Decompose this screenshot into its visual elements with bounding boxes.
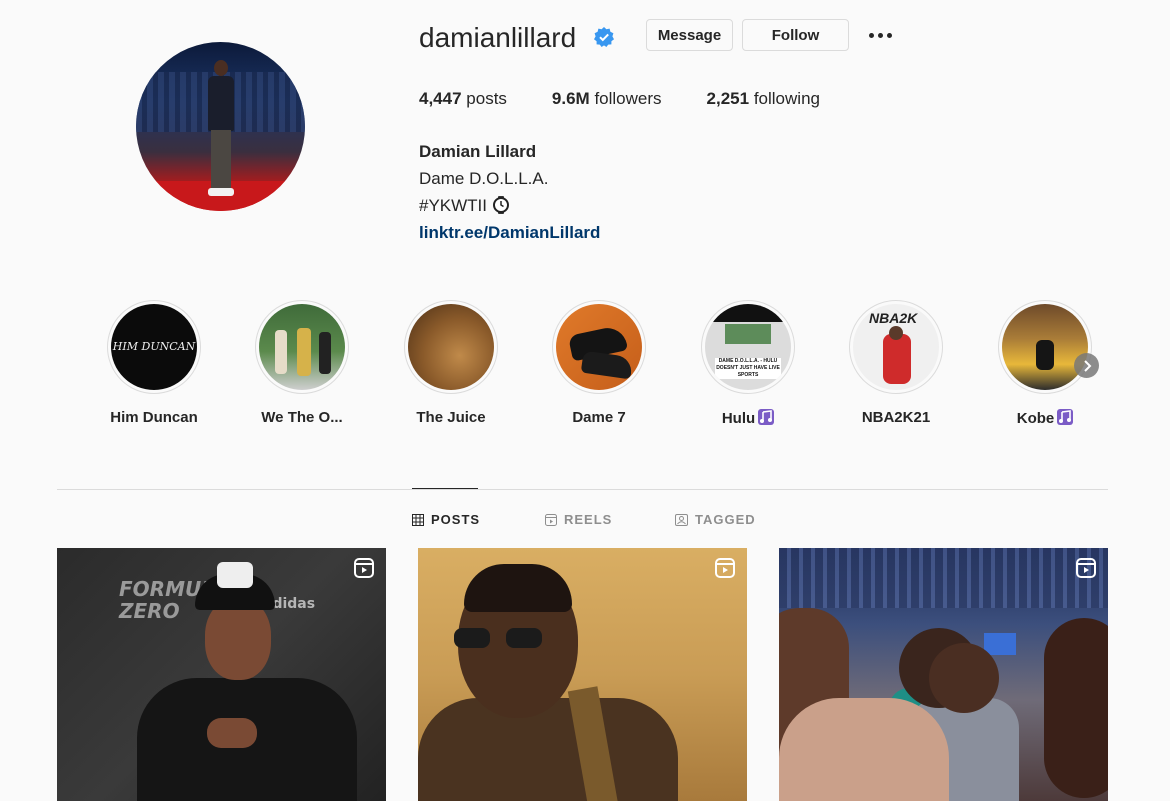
profile-username: damianlillard bbox=[419, 22, 577, 53]
highlight-label: Kobe bbox=[990, 409, 1100, 427]
highlights-next-button[interactable] bbox=[1074, 353, 1099, 378]
bio-line-1: Dame D.O.L.L.A. bbox=[419, 169, 549, 188]
more-options-icon[interactable] bbox=[869, 28, 895, 42]
music-notes-icon bbox=[758, 409, 775, 425]
highlight-we-the-o[interactable]: We The O... bbox=[247, 300, 357, 426]
posts-label: posts bbox=[466, 89, 507, 108]
highlight-label: We The O... bbox=[261, 409, 343, 426]
profile-stats: 4,447 posts 9.6M followers 2,251 followi… bbox=[419, 89, 865, 109]
nba-art-text: NBA2K bbox=[869, 310, 918, 326]
reel-icon bbox=[1076, 558, 1096, 578]
him-duncan-art-text: HIM DUNCAN bbox=[112, 340, 196, 353]
reels-icon bbox=[545, 513, 557, 526]
hulu-art-text: DAME D.O.L.L.A. - HULU DOESN'T JUST HAVE… bbox=[715, 358, 781, 379]
highlight-cover bbox=[1002, 304, 1088, 390]
profile-bio: Damian Lillard Dame D.O.L.L.A. #YKWTII l… bbox=[419, 138, 600, 246]
avatar-figure bbox=[208, 60, 234, 200]
highlight-cover bbox=[556, 304, 642, 390]
post-thumbnail[interactable]: FORMULA ZERO adidas bbox=[57, 548, 386, 801]
highlight-the-juice[interactable]: The Juice bbox=[396, 300, 506, 426]
highlight-ring: HIM DUNCAN bbox=[107, 300, 201, 394]
active-tab-indicator bbox=[412, 488, 478, 489]
highlight-label-text: Hulu bbox=[721, 410, 756, 427]
message-button[interactable]: Message bbox=[646, 19, 733, 51]
follow-button[interactable]: Follow bbox=[742, 19, 849, 51]
followers-stat[interactable]: 9.6M followers bbox=[552, 89, 662, 109]
bio-line-2: #YKWTII bbox=[419, 196, 488, 215]
tab-tagged[interactable]: TAGGED bbox=[675, 512, 756, 527]
highlight-label: NBA2K21 bbox=[861, 409, 931, 426]
tabs-divider bbox=[57, 489, 1108, 490]
reel-icon bbox=[715, 558, 735, 578]
highlight-cover: HIM DUNCAN bbox=[111, 304, 197, 390]
tab-reels-label: REELS bbox=[564, 512, 613, 527]
grid-icon bbox=[412, 513, 424, 526]
posts-stat: 4,447 posts bbox=[419, 89, 507, 109]
verified-badge-icon bbox=[594, 27, 614, 47]
highlight-label-text: Kobe bbox=[1016, 410, 1055, 427]
reel-icon bbox=[354, 558, 374, 578]
highlight-ring: NBA2K bbox=[849, 300, 943, 394]
chevron-right-icon bbox=[1083, 359, 1091, 372]
tab-tagged-label: TAGGED bbox=[695, 512, 756, 527]
music-notes-icon bbox=[1057, 409, 1074, 425]
highlight-ring bbox=[404, 300, 498, 394]
tab-posts-label: POSTS bbox=[431, 512, 481, 527]
following-stat[interactable]: 2,251 following bbox=[707, 89, 820, 109]
profile-full-name: Damian Lillard bbox=[419, 142, 537, 161]
bio-line-2-wrap: #YKWTII bbox=[419, 192, 600, 219]
tab-reels[interactable]: REELS bbox=[545, 512, 612, 527]
profile-avatar[interactable] bbox=[136, 42, 305, 211]
highlight-label: Hulu bbox=[693, 409, 803, 427]
profile-link[interactable]: linktr.ee/DamianLillard bbox=[419, 219, 600, 246]
highlight-nba2k21[interactable]: NBA2K NBA2K21 bbox=[841, 300, 951, 426]
posts-count: 4,447 bbox=[419, 89, 462, 108]
followers-count: 9.6M bbox=[551, 89, 590, 108]
highlight-ring bbox=[552, 300, 646, 394]
watch-emoji-icon bbox=[493, 196, 510, 214]
following-count: 2,251 bbox=[706, 89, 750, 108]
following-label: following bbox=[753, 89, 820, 108]
highlight-him-duncan[interactable]: HIM DUNCAN Him Duncan bbox=[99, 300, 209, 426]
highlight-ring bbox=[998, 300, 1092, 394]
highlight-label: Dame 7 bbox=[572, 409, 626, 426]
highlight-cover: NBA2K bbox=[853, 304, 939, 390]
highlight-ring: DAME D.O.L.L.A. - HULU DOESN'T JUST HAVE… bbox=[701, 300, 795, 394]
post-thumbnail[interactable] bbox=[418, 548, 747, 801]
highlight-hulu[interactable]: DAME D.O.L.L.A. - HULU DOESN'T JUST HAVE… bbox=[693, 300, 803, 427]
tagged-icon bbox=[675, 513, 688, 526]
highlight-cover bbox=[259, 304, 345, 390]
followers-label: followers bbox=[594, 89, 662, 108]
highlight-label: The Juice bbox=[416, 409, 486, 426]
highlight-dame-7[interactable]: Dame 7 bbox=[544, 300, 654, 426]
highlight-cover bbox=[408, 304, 494, 390]
tab-posts[interactable]: POSTS bbox=[412, 512, 480, 527]
highlight-ring bbox=[255, 300, 349, 394]
highlight-label: Him Duncan bbox=[110, 409, 198, 426]
highlight-cover: DAME D.O.L.L.A. - HULU DOESN'T JUST HAVE… bbox=[705, 304, 791, 390]
post-thumbnail[interactable] bbox=[779, 548, 1108, 801]
